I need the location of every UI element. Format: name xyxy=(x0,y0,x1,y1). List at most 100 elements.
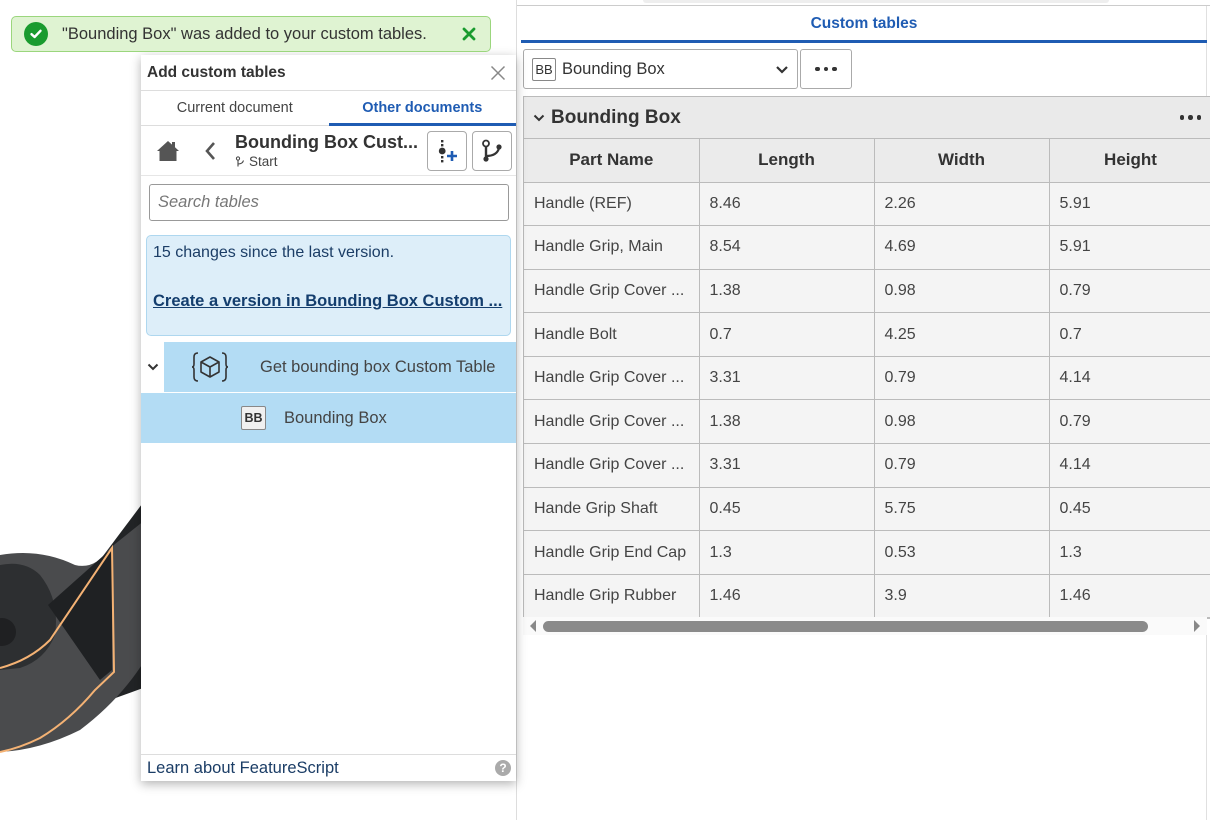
triangle-right-icon xyxy=(1193,620,1201,632)
tab-current-document[interactable]: Current document xyxy=(141,91,329,125)
width-cell[interactable]: 4.69 xyxy=(874,226,1049,270)
home-button[interactable] xyxy=(153,136,183,166)
width-cell[interactable]: 0.98 xyxy=(874,400,1049,444)
table-row[interactable]: Handle Grip Cover ...3.310.794.14 xyxy=(524,356,1210,400)
scroll-left-button[interactable] xyxy=(523,617,543,635)
table-card-header: Bounding Box xyxy=(524,97,1210,139)
width-cell[interactable]: 0.79 xyxy=(874,444,1049,488)
help-icon[interactable]: ? xyxy=(495,760,511,776)
tab-other-documents[interactable]: Other documents xyxy=(329,91,517,125)
height-cell[interactable]: 5.91 xyxy=(1049,226,1210,270)
more-options-button[interactable] xyxy=(800,49,852,89)
height-cell[interactable]: 0.79 xyxy=(1049,400,1210,444)
height-cell[interactable]: 4.14 xyxy=(1049,444,1210,488)
dialog-close-button[interactable] xyxy=(486,61,510,85)
part-name-cell[interactable]: Handle Grip Rubber xyxy=(524,574,699,618)
part-name-cell[interactable]: Handle Grip Cover ... xyxy=(524,400,699,444)
scrollbar-track[interactable] xyxy=(543,617,1187,635)
height-cell[interactable]: 5.91 xyxy=(1049,182,1210,226)
length-cell[interactable]: 3.31 xyxy=(699,356,874,400)
tree-item-bounding-box[interactable]: BB Bounding Box xyxy=(141,393,516,443)
width-cell[interactable]: 0.79 xyxy=(874,356,1049,400)
toast-close-button[interactable] xyxy=(458,23,480,45)
add-custom-tables-dialog: Add custom tables Current document Other… xyxy=(141,55,516,781)
learn-featurescript-link[interactable]: Learn about FeatureScript xyxy=(147,759,495,778)
table-row[interactable]: Handle Bolt0.74.250.7 xyxy=(524,313,1210,357)
custom-tables-panel: Custom tables BB Bounding Box Bounding B… xyxy=(516,0,1210,820)
height-cell[interactable]: 1.3 xyxy=(1049,531,1210,575)
part-name-cell[interactable]: Handle Grip Cover ... xyxy=(524,269,699,313)
column-header-length[interactable]: Length xyxy=(699,139,874,182)
scrollbar-thumb[interactable] xyxy=(543,621,1148,632)
version-add-icon xyxy=(435,138,459,164)
width-cell[interactable]: 2.26 xyxy=(874,182,1049,226)
success-toast: "Bounding Box" was added to your custom … xyxy=(11,16,491,52)
table-row[interactable]: Hande Grip Shaft0.455.750.45 xyxy=(524,487,1210,531)
length-cell[interactable]: 8.54 xyxy=(699,226,874,270)
table-row[interactable]: Handle Grip End Cap1.30.531.3 xyxy=(524,531,1210,575)
create-version-link[interactable]: Create a version in Bounding Box Custom … xyxy=(153,292,504,311)
length-cell[interactable]: 0.7 xyxy=(699,313,874,357)
branch-name: Start xyxy=(249,154,278,169)
create-version-button[interactable] xyxy=(427,131,467,171)
feature-get-bounding-box[interactable]: Get bounding box Custom Table xyxy=(164,342,516,392)
length-cell[interactable]: 1.38 xyxy=(699,400,874,444)
width-cell[interactable]: 3.9 xyxy=(874,574,1049,618)
width-cell[interactable]: 0.53 xyxy=(874,531,1049,575)
back-button[interactable] xyxy=(195,136,225,166)
length-cell[interactable]: 3.31 xyxy=(699,444,874,488)
height-cell[interactable]: 0.79 xyxy=(1049,269,1210,313)
table-row[interactable]: Handle Grip Rubber1.463.91.46 xyxy=(524,574,1210,618)
featurescript-icon xyxy=(190,351,230,383)
toast-message: "Bounding Box" was added to your custom … xyxy=(62,25,458,44)
feature-label: Get bounding box Custom Table xyxy=(260,358,495,377)
length-cell[interactable]: 1.46 xyxy=(699,574,874,618)
table-row[interactable]: Handle Grip Cover ...1.380.980.79 xyxy=(524,269,1210,313)
column-header-width[interactable]: Width xyxy=(874,139,1049,182)
table-row[interactable]: Handle (REF)8.462.265.91 xyxy=(524,182,1210,226)
part-name-cell[interactable]: Handle Bolt xyxy=(524,313,699,357)
height-cell[interactable]: 4.14 xyxy=(1049,356,1210,400)
height-cell[interactable]: 0.45 xyxy=(1049,487,1210,531)
height-cell[interactable]: 0.7 xyxy=(1049,313,1210,357)
part-name-cell[interactable]: Handle Grip Cover ... xyxy=(524,356,699,400)
width-cell[interactable]: 0.98 xyxy=(874,269,1049,313)
search-tables-input[interactable] xyxy=(149,184,509,221)
table-selector-dropdown[interactable]: BB Bounding Box xyxy=(523,49,798,89)
length-cell[interactable]: 0.45 xyxy=(699,487,874,531)
length-cell[interactable]: 1.38 xyxy=(699,269,874,313)
table-row[interactable]: Handle Grip Cover ...3.310.794.14 xyxy=(524,444,1210,488)
height-cell[interactable]: 1.46 xyxy=(1049,574,1210,618)
document-info: Bounding Box Cust... Start xyxy=(235,132,422,169)
triangle-left-icon xyxy=(529,620,537,632)
collapse-toggle[interactable] xyxy=(532,111,546,125)
column-header-part-name[interactable]: Part Name xyxy=(524,139,699,182)
part-name-cell[interactable]: Handle Grip, Main xyxy=(524,226,699,270)
selected-table: Bounding Box xyxy=(562,60,775,79)
part-name-cell[interactable]: Hande Grip Shaft xyxy=(524,487,699,531)
home-icon xyxy=(156,140,180,162)
length-cell[interactable]: 8.46 xyxy=(699,182,874,226)
table-row[interactable]: Handle Grip Cover ...1.380.980.79 xyxy=(524,400,1210,444)
scroll-right-button[interactable] xyxy=(1187,617,1207,635)
dialog-tabs: Current document Other documents xyxy=(141,91,516,126)
column-header-height[interactable]: Height xyxy=(1049,139,1210,182)
horizontal-scrollbar[interactable] xyxy=(523,617,1207,635)
version-graph-button[interactable] xyxy=(472,131,512,171)
part-name-cell[interactable]: Handle Grip Cover ... xyxy=(524,444,699,488)
chevron-left-icon xyxy=(204,141,216,161)
length-cell[interactable]: 1.3 xyxy=(699,531,874,575)
width-cell[interactable]: 5.75 xyxy=(874,487,1049,531)
tree-expand-toggle[interactable] xyxy=(141,342,164,392)
part-name-cell[interactable]: Handle Grip End Cap xyxy=(524,531,699,575)
dialog-header: Add custom tables xyxy=(141,55,516,91)
version-notice: 15 changes since the last version. Creat… xyxy=(146,235,511,336)
search-wrap xyxy=(141,176,516,221)
table-row[interactable]: Handle Grip, Main8.544.695.91 xyxy=(524,226,1210,270)
table-options-icon[interactable] xyxy=(1180,115,1202,120)
tab-custom-tables[interactable]: Custom tables xyxy=(521,7,1207,43)
dialog-title: Add custom tables xyxy=(147,64,486,82)
width-cell[interactable]: 4.25 xyxy=(874,313,1049,357)
branch-icon xyxy=(235,156,246,167)
part-name-cell[interactable]: Handle (REF) xyxy=(524,182,699,226)
